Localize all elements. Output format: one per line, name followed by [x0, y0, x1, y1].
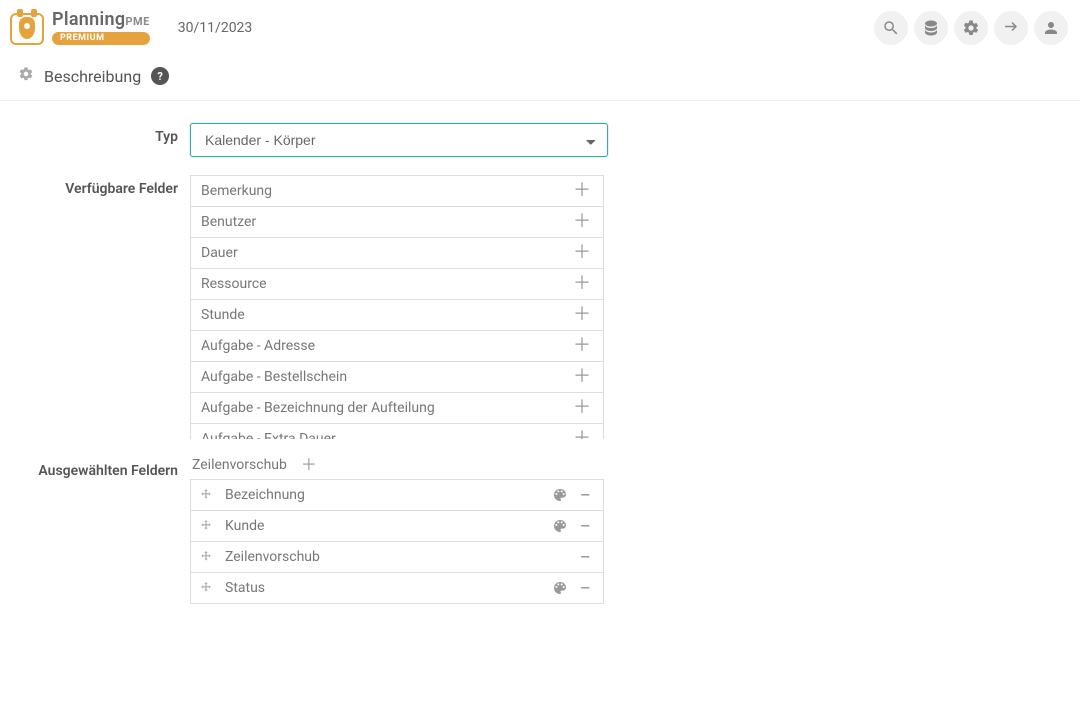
- logo-text: PlanningPME PREMIUM: [52, 11, 150, 45]
- field-label: Aufgabe - Bezeichnung der Aufteilung: [201, 400, 569, 416]
- available-field-item: Aufgabe - Bestellschein＋: [190, 361, 604, 393]
- remove-field-button[interactable]: −: [576, 516, 595, 536]
- available-field-item: Ressource＋: [190, 268, 604, 300]
- row-selected: Ausgewählten Feldern Zeilenvorschub ＋ Be…: [20, 457, 1060, 720]
- field-label: Bezeichnung: [221, 487, 544, 503]
- drag-handle-icon[interactable]: [199, 550, 213, 564]
- palette-icon[interactable]: [552, 580, 568, 596]
- drag-handle-icon[interactable]: [199, 581, 213, 595]
- add-field-button[interactable]: ＋: [569, 306, 595, 324]
- top-bar: PlanningPME PREMIUM 30/11/2023: [0, 0, 1080, 56]
- field-label: Ressource: [201, 276, 569, 292]
- available-field-item: Bemerkung＋: [190, 175, 604, 207]
- help-icon[interactable]: ?: [151, 67, 169, 85]
- selected-label: Ausgewählten Feldern: [20, 457, 190, 479]
- row-type: Typ Kalender - Körper: [20, 123, 1060, 157]
- field-label: Aufgabe - Extra Dauer: [201, 431, 569, 439]
- search-icon[interactable]: [874, 11, 908, 45]
- topbar-actions: [874, 11, 1068, 45]
- type-select[interactable]: Kalender - Körper: [190, 123, 608, 157]
- gear-icon[interactable]: [954, 11, 988, 45]
- field-label: Bemerkung: [201, 183, 569, 199]
- field-label: Benutzer: [201, 214, 569, 230]
- add-field-button[interactable]: ＋: [569, 430, 595, 439]
- database-icon[interactable]: [914, 11, 948, 45]
- available-field-item: Dauer＋: [190, 237, 604, 269]
- add-field-button[interactable]: ＋: [569, 213, 595, 231]
- available-fields-list[interactable]: Bemerkung＋Benutzer＋Dauer＋Ressource＋Stund…: [190, 175, 608, 439]
- add-field-button[interactable]: ＋: [569, 337, 595, 355]
- premium-badge: PREMIUM: [52, 32, 150, 45]
- page-title: Beschreibung: [44, 67, 141, 86]
- brand-main: Planning: [52, 9, 125, 30]
- field-label: Stunde: [201, 307, 569, 323]
- field-label: Kunde: [221, 518, 544, 534]
- remove-field-button[interactable]: −: [576, 485, 595, 505]
- linefeed-row: Zeilenvorschub ＋: [190, 457, 608, 473]
- add-field-button[interactable]: ＋: [569, 275, 595, 293]
- page-subheader: Beschreibung ?: [0, 56, 1080, 101]
- field-label: Dauer: [201, 245, 569, 261]
- app-viewport: PlanningPME PREMIUM 30/11/2023: [0, 0, 1080, 720]
- field-label: Status: [221, 580, 544, 596]
- selected-field-item: Zeilenvorschub−: [190, 541, 604, 573]
- add-field-button[interactable]: ＋: [569, 244, 595, 262]
- remove-field-button[interactable]: −: [576, 578, 595, 598]
- palette-icon[interactable]: [552, 518, 568, 534]
- add-linefeed-button[interactable]: ＋: [297, 457, 321, 473]
- available-field-item: Stunde＋: [190, 299, 604, 331]
- available-field-item: Benutzer＋: [190, 206, 604, 238]
- selected-field-item: Kunde −: [190, 510, 604, 542]
- available-field-item: Aufgabe - Adresse＋: [190, 330, 604, 362]
- remove-field-button[interactable]: −: [576, 547, 595, 567]
- logo-icon: [8, 9, 46, 47]
- field-label: Aufgabe - Adresse: [201, 338, 569, 354]
- available-label: Verfügbare Felder: [20, 175, 190, 197]
- field-label: Zeilenvorschub: [221, 549, 568, 565]
- subheader-gear-icon: [18, 66, 34, 86]
- available-field-item: Aufgabe - Extra Dauer＋: [190, 423, 604, 439]
- brand-suffix: PME: [125, 15, 149, 28]
- drag-handle-icon[interactable]: [199, 488, 213, 502]
- type-label: Typ: [20, 123, 190, 145]
- palette-icon[interactable]: [552, 487, 568, 503]
- share-icon[interactable]: [994, 11, 1028, 45]
- add-field-button[interactable]: ＋: [569, 399, 595, 417]
- selected-field-item: Bezeichnung −: [190, 479, 604, 511]
- add-field-button[interactable]: ＋: [569, 368, 595, 386]
- add-field-button[interactable]: ＋: [569, 182, 595, 200]
- date-display[interactable]: 30/11/2023: [168, 14, 263, 42]
- available-field-item: Aufgabe - Bezeichnung der Aufteilung＋: [190, 392, 604, 424]
- selected-fields-list[interactable]: Bezeichnung−Kunde−Zeilenvorschub−Status−: [190, 479, 608, 720]
- field-label: Aufgabe - Bestellschein: [201, 369, 569, 385]
- linefeed-label: Zeilenvorschub: [192, 457, 287, 473]
- row-available: Verfügbare Felder Bemerkung＋Benutzer＋Dau…: [20, 175, 1060, 439]
- selected-field-item: Status −: [190, 572, 604, 604]
- app-logo[interactable]: PlanningPME PREMIUM: [8, 9, 150, 47]
- form-body: Typ Kalender - Körper Verfügbare Felder …: [0, 101, 1080, 720]
- user-icon[interactable]: [1034, 11, 1068, 45]
- drag-handle-icon[interactable]: [199, 519, 213, 533]
